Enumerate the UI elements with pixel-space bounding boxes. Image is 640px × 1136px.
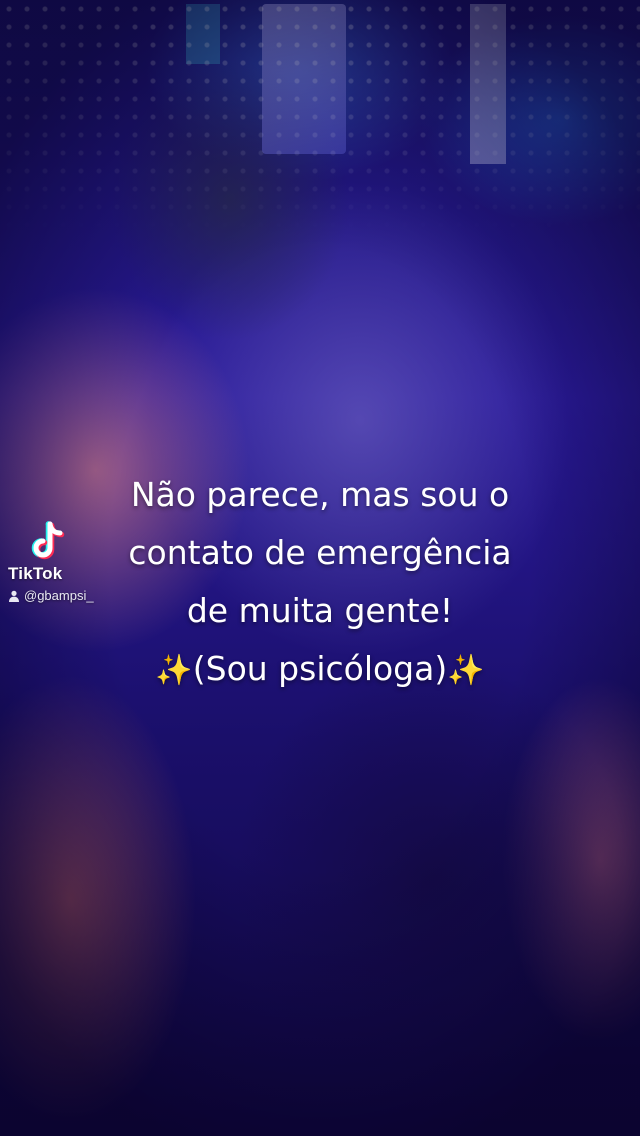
caption-line-2: contato de emergência — [128, 533, 512, 572]
caption-line-4: ✨(Sou psicóloga)✨ — [80, 640, 560, 700]
person-icon — [9, 590, 19, 602]
caption-line-3: de muita gente! — [186, 591, 454, 630]
video-caption: Não parece, mas sou o contato de emergên… — [80, 466, 560, 700]
video-frame[interactable]: TikTok @gbampsi_ Não parece, mas sou o c… — [0, 0, 640, 1136]
tiktok-logo-icon — [28, 520, 68, 564]
sparkles-icon: ✨ — [447, 653, 485, 688]
caption-line-1: Não parece, mas sou o — [130, 475, 510, 514]
sparkles-icon: ✨ — [155, 653, 193, 688]
caption-line-4-text: (Sou psicóloga) — [192, 649, 448, 688]
